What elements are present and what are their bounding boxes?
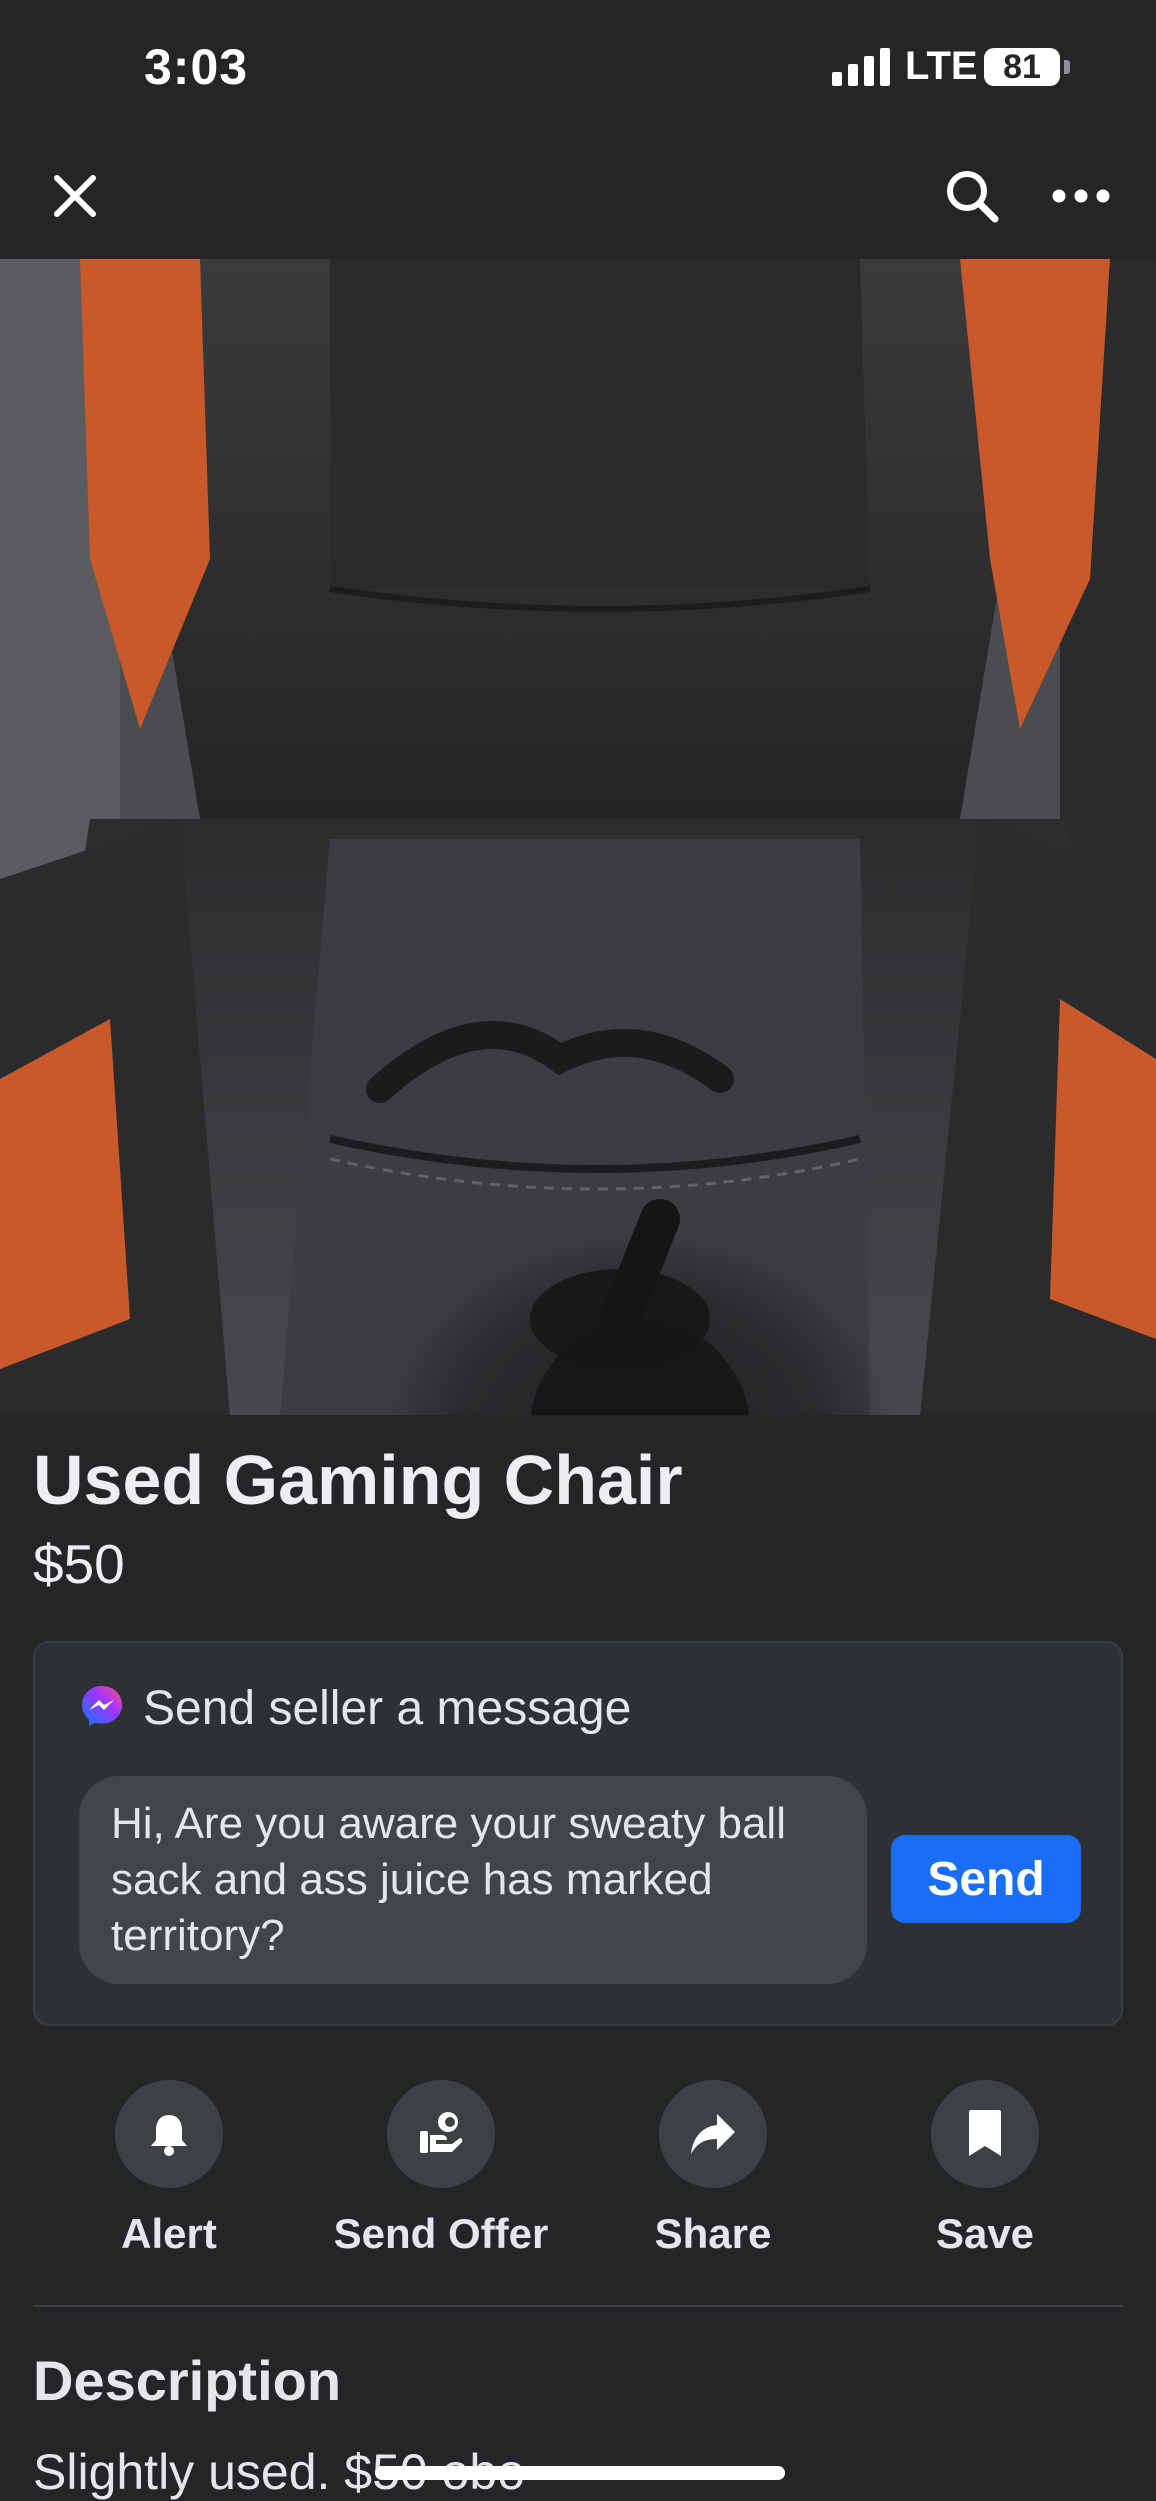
- battery-icon: 81: [984, 48, 1060, 86]
- listing-price: $50: [33, 1533, 125, 1595]
- share-arrow-icon: [659, 2080, 767, 2188]
- share-label: Share: [654, 2210, 772, 2257]
- message-header-label: Send seller a message: [143, 1682, 632, 1735]
- action-bar: Alert Send Offer Share Save: [33, 2080, 1123, 2280]
- send-offer-label: Send Offer: [333, 2210, 549, 2257]
- message-seller-card: Send seller a message Hi, Are you aware …: [33, 1641, 1123, 2026]
- home-indicator[interactable]: [375, 2466, 785, 2480]
- listing-title: Used Gaming Chair: [33, 1441, 683, 1519]
- listing-photo[interactable]: [0, 259, 1156, 1415]
- alert-button[interactable]: Alert: [33, 2080, 305, 2258]
- send-button[interactable]: Send: [891, 1835, 1081, 1923]
- save-label: Save: [935, 2210, 1035, 2257]
- battery-tip: [1064, 60, 1070, 74]
- bell-icon: [115, 2080, 223, 2188]
- bookmark-icon: [931, 2080, 1039, 2188]
- alert-label: Alert: [121, 2210, 217, 2257]
- share-button[interactable]: Share: [577, 2080, 849, 2258]
- section-divider: [33, 2305, 1123, 2307]
- save-button[interactable]: Save: [849, 2080, 1121, 2258]
- status-bar: 3:03 LTE 81: [0, 0, 1156, 135]
- description-heading: Description: [33, 2349, 342, 2412]
- signal-strength-icon: [832, 48, 890, 86]
- messenger-icon: [79, 1683, 125, 1734]
- more-horizontal-icon[interactable]: [1036, 151, 1126, 241]
- offer-hand-icon: [387, 2080, 495, 2188]
- network-type: LTE: [905, 44, 978, 88]
- message-header: Send seller a message: [79, 1681, 631, 1736]
- send-offer-button[interactable]: Send Offer: [305, 2080, 577, 2258]
- search-icon[interactable]: [927, 151, 1017, 241]
- top-nav: [0, 135, 1156, 259]
- status-time: 3:03: [144, 39, 249, 95]
- message-input[interactable]: Hi, Are you aware your sweaty ball sack …: [79, 1776, 867, 1984]
- close-icon[interactable]: [30, 151, 120, 241]
